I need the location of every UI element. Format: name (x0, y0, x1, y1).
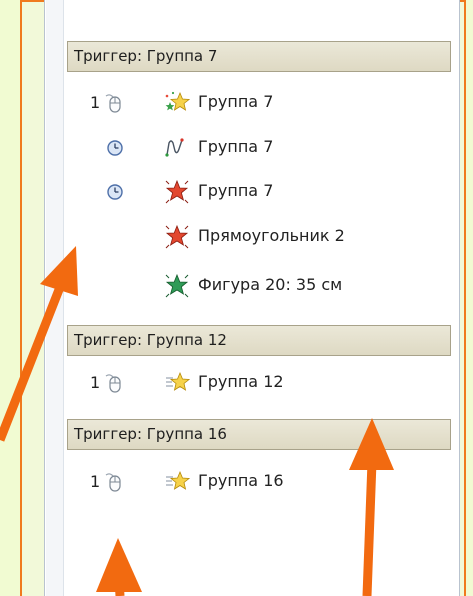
stage: Триггер: Группа 7 1 Группа 7 Группа 7 Гр… (0, 0, 473, 596)
arrow-to-group-16 (96, 538, 142, 596)
arrow-to-group-12 (349, 418, 394, 596)
arrow-to-group-7 (0, 246, 78, 442)
annotation-arrows (0, 246, 394, 596)
